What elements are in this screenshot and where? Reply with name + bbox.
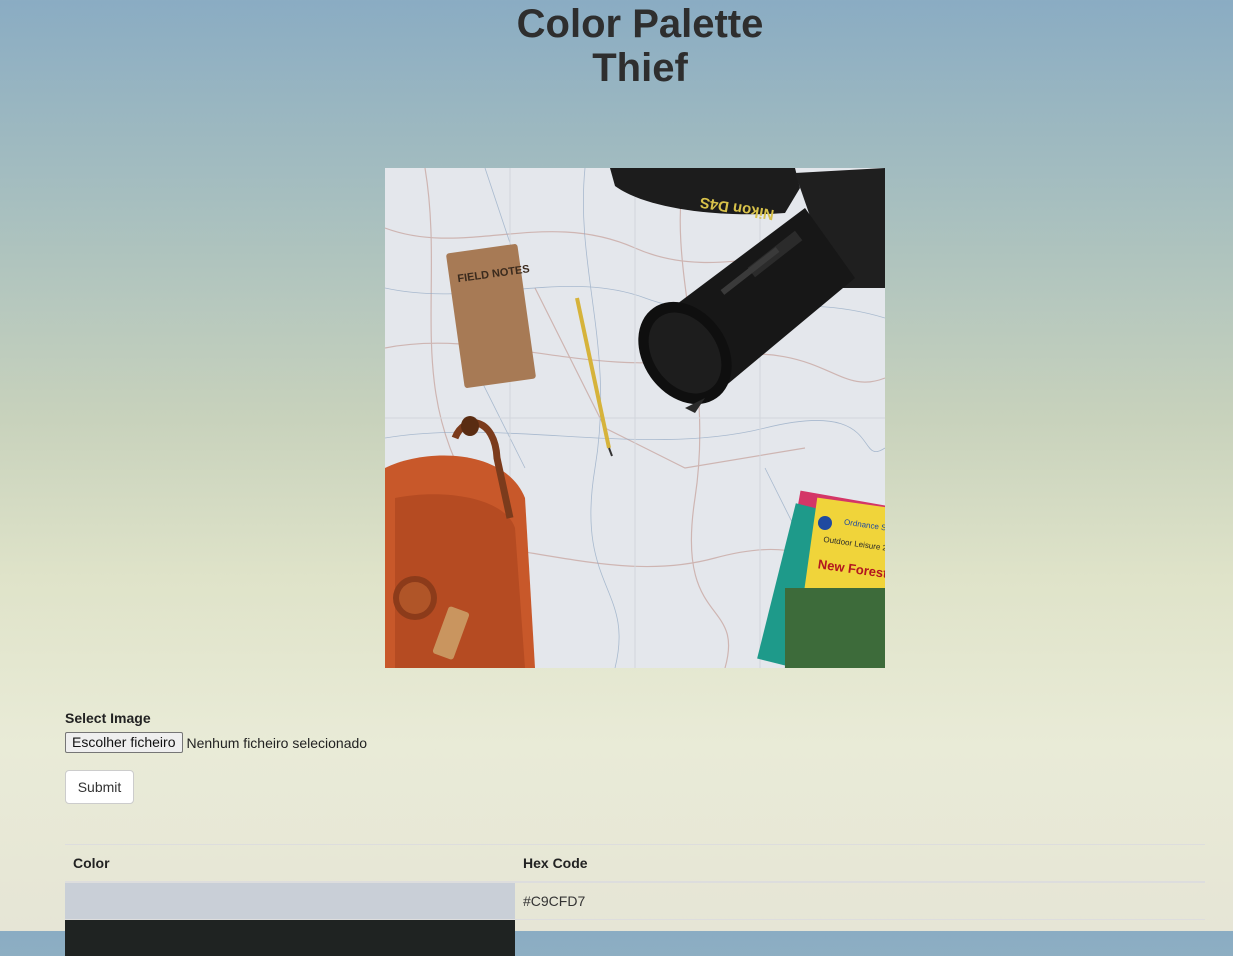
file-status-text: Nenhum ficheiro selecionado bbox=[186, 734, 368, 751]
select-image-label: Select Image bbox=[65, 710, 151, 726]
page-title-line-1: Color Palette bbox=[516, 2, 764, 46]
file-input[interactable]: Escolher ficheiro Nenhum ficheiro seleci… bbox=[65, 732, 367, 753]
hex-column-header: Hex Code bbox=[515, 844, 1205, 883]
submit-button[interactable]: Submit bbox=[65, 770, 134, 804]
color-column-header: Color bbox=[65, 844, 515, 883]
page-title-line-2: Thief bbox=[592, 46, 688, 90]
palette-table: Color Hex Code #C9CFD7 bbox=[65, 844, 1205, 956]
table-row bbox=[65, 918, 1205, 956]
uploaded-photo: Nikon D4S FIELD NOTES Ordnance Survey Ou… bbox=[385, 168, 885, 668]
hex-code: #C9CFD7 bbox=[515, 881, 1205, 919]
hex-code bbox=[515, 918, 1205, 956]
table-header-row: Color Hex Code bbox=[65, 844, 1205, 883]
upload-form: Select Image Escolher ficheiro Nenhum fi… bbox=[65, 710, 367, 753]
color-swatch bbox=[65, 918, 515, 956]
color-swatch bbox=[65, 881, 515, 919]
table-row: #C9CFD7 bbox=[65, 881, 1205, 919]
page-title: Color Palette Thief bbox=[0, 2, 1233, 90]
choose-file-button[interactable]: Escolher ficheiro bbox=[65, 732, 183, 753]
